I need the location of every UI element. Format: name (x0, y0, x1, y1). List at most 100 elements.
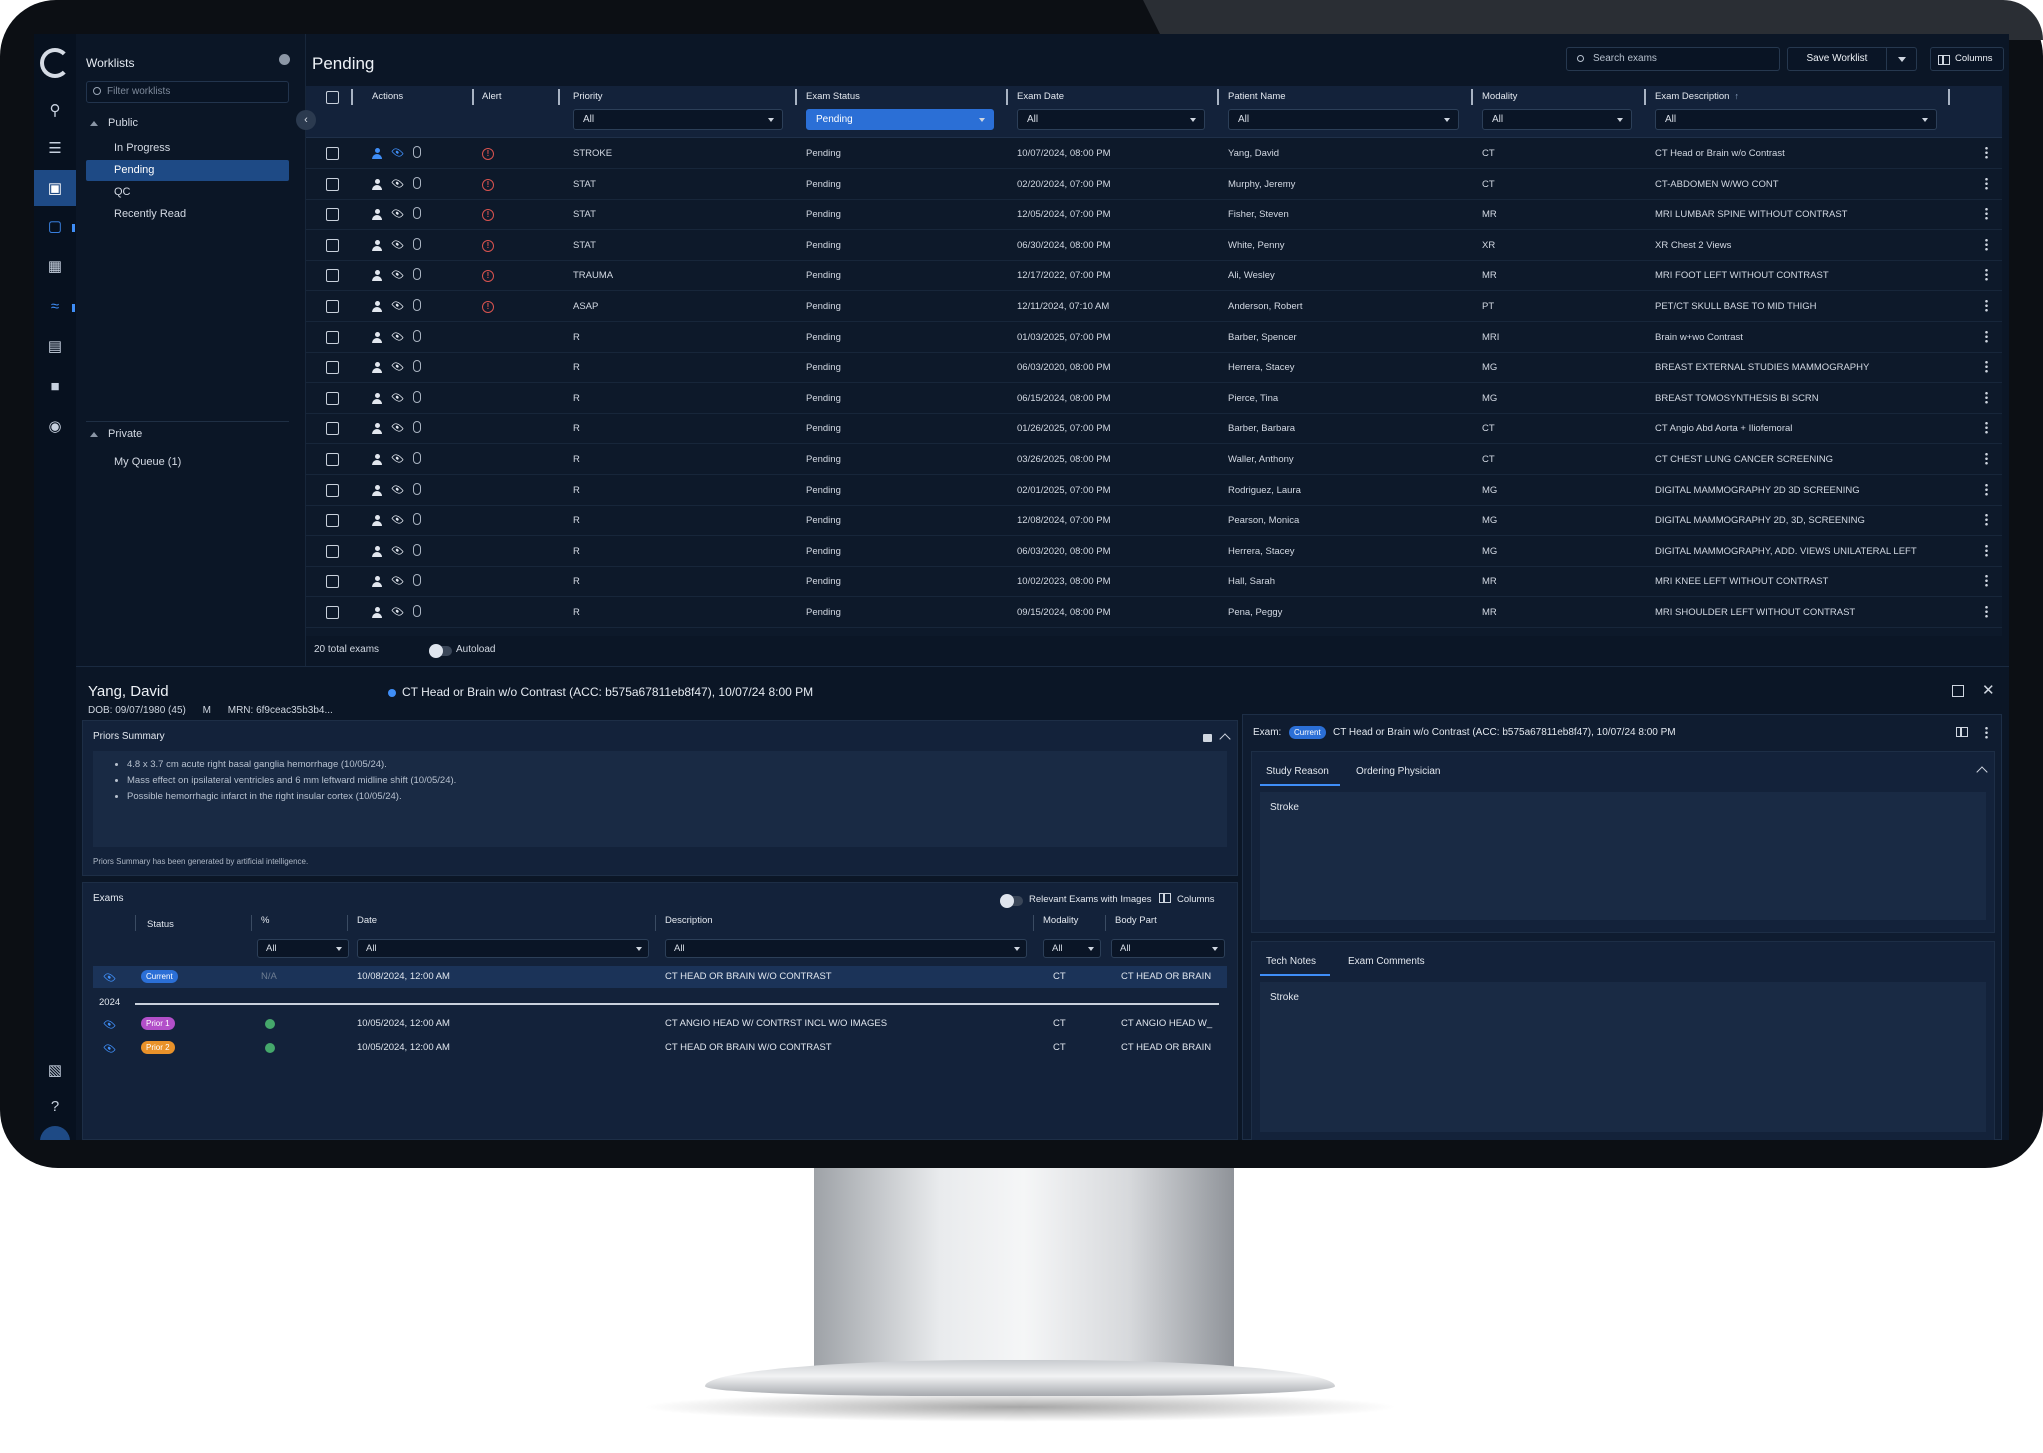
microphone-icon[interactable] (413, 390, 421, 403)
row-checkbox[interactable] (326, 514, 339, 528)
sidebar-item-pending[interactable]: Pending (86, 160, 289, 181)
body-part-filter-select[interactable]: All (1111, 939, 1225, 958)
row-checkbox[interactable] (326, 208, 339, 222)
sidebar-item-in-progress[interactable]: In Progress (86, 138, 289, 159)
row-checkbox[interactable] (326, 300, 339, 313)
patient-filter-select[interactable]: All (1228, 109, 1459, 130)
row-menu-icon[interactable] (1985, 176, 1988, 190)
eye-icon[interactable] (391, 268, 404, 282)
search-exams-input[interactable]: Search exams (1566, 47, 1780, 71)
group-public[interactable]: Public (90, 117, 138, 129)
table-row[interactable]: R Pending 03/26/2025, 08:00 PM Waller, Anth… (306, 445, 2002, 475)
row-menu-icon[interactable] (1985, 207, 1988, 221)
row-checkbox[interactable] (326, 330, 339, 344)
exams-header-date[interactable]: Date (357, 915, 377, 926)
row-menu-icon[interactable] (1985, 390, 1988, 404)
assign-user-icon[interactable] (372, 576, 382, 588)
eye-icon[interactable] (391, 605, 404, 618)
exams-header-pct[interactable]: % (261, 915, 269, 926)
book-icon[interactable]: ■ (34, 368, 76, 404)
eye-icon[interactable] (391, 360, 404, 373)
chevron-up-icon[interactable] (1976, 766, 1988, 778)
row-menu-icon[interactable] (1985, 574, 1988, 588)
popout-icon[interactable] (1952, 685, 1964, 697)
assign-user-icon[interactable] (372, 545, 382, 558)
row-checkbox[interactable] (326, 422, 339, 436)
search-icon[interactable]: ⚲ (34, 92, 76, 128)
eye-icon[interactable] (391, 544, 404, 557)
row-checkbox[interactable] (326, 606, 339, 619)
row-menu-icon[interactable] (1985, 146, 1988, 159)
eye-icon[interactable] (391, 238, 404, 251)
exams-header-body-part[interactable]: Body Part (1115, 915, 1157, 926)
worklist-icon[interactable]: ☰ (34, 130, 76, 166)
avatar[interactable] (40, 1126, 70, 1140)
table-row[interactable]: ! STAT Pending 06/30/2024, 08:00 PM White, P… (306, 231, 2002, 261)
status-filter-select[interactable]: Pending (806, 109, 994, 130)
exams-header-modality[interactable]: Modality (1043, 915, 1078, 926)
tech-notes-text[interactable]: Stroke (1260, 982, 1986, 1132)
microphone-icon[interactable] (413, 146, 421, 158)
microphone-icon[interactable] (413, 360, 421, 373)
microphone-icon[interactable] (413, 329, 421, 342)
sidebar-item-recently-read[interactable]: Recently Read (86, 204, 289, 225)
alert-icon[interactable]: ! (482, 209, 494, 222)
autoload-toggle[interactable] (429, 644, 452, 658)
microphone-icon[interactable] (413, 207, 421, 220)
pct-filter-select[interactable]: All (257, 939, 349, 958)
row-menu-icon[interactable] (1985, 452, 1988, 465)
exam-row-current[interactable]: Current N/A 10/08/2024, 12:00 AM CT HEAD… (93, 966, 1227, 988)
group-private[interactable]: Private (90, 428, 142, 440)
tab-exam-comments[interactable]: Exam Comments (1348, 956, 1425, 967)
date-filter-select[interactable]: All (357, 939, 649, 958)
date-filter-select[interactable]: All (1017, 109, 1205, 130)
assign-user-icon[interactable] (372, 270, 382, 282)
table-row[interactable]: ! STAT Pending 12/05/2024, 07:00 PM Fisher, … (306, 200, 2002, 231)
table-row[interactable]: ! TRAUMA Pending 12/17/2022, 07:00 PM Ali, W… (306, 261, 2002, 292)
row-menu-icon[interactable] (1985, 299, 1988, 312)
columns-button[interactable]: Columns (1930, 47, 2004, 71)
eye-icon[interactable] (391, 452, 404, 465)
table-row[interactable]: ! STROKE Pending 10/07/2024, 08:00 PM Yang, … (306, 139, 2002, 169)
header-patient-name[interactable]: Patient Name (1228, 91, 1286, 102)
description-filter-select[interactable]: All (665, 939, 1027, 958)
microphone-icon[interactable] (413, 237, 421, 250)
study-reason-text[interactable]: Stroke (1260, 792, 1986, 920)
app-logo-icon[interactable] (40, 48, 70, 78)
eye-icon[interactable] (391, 329, 404, 343)
collapse-sidebar-button[interactable]: ‹ (296, 110, 316, 130)
assign-user-icon[interactable] (372, 607, 382, 619)
chat-icon[interactable]: ▤ (34, 328, 76, 364)
display-add-icon[interactable]: ▦ (34, 248, 76, 284)
eye-icon[interactable] (103, 1018, 116, 1031)
microphone-icon[interactable] (413, 543, 421, 556)
modality-filter-select[interactable]: All (1482, 109, 1632, 130)
microphone-icon[interactable] (413, 482, 421, 495)
exams-header-description[interactable]: Description (665, 915, 713, 926)
row-checkbox[interactable] (326, 483, 339, 497)
assign-user-icon[interactable] (372, 209, 382, 221)
assign-user-icon[interactable] (372, 239, 382, 252)
table-row[interactable]: R Pending 01/03/2025, 07:00 PM Barber, Spen… (306, 323, 2002, 353)
table-row[interactable]: R Pending 09/15/2024, 08:00 PM Pena, Peggy M… (306, 598, 2002, 628)
microphone-icon[interactable] (413, 299, 421, 311)
more-menu-icon[interactable] (1985, 726, 1988, 739)
row-menu-icon[interactable] (1985, 268, 1988, 282)
row-menu-icon[interactable] (1985, 237, 1988, 251)
exams-columns-label[interactable]: Columns (1177, 894, 1215, 905)
table-row[interactable]: R Pending 02/01/2025, 07:00 PM Rodriguez, L… (306, 476, 2002, 506)
eye-icon[interactable] (391, 574, 404, 588)
save-worklist-button[interactable]: Save Worklist (1787, 47, 1887, 71)
description-filter-select[interactable]: All (1655, 109, 1937, 130)
row-checkbox[interactable] (326, 391, 339, 405)
eye-icon[interactable] (391, 421, 404, 435)
chevron-up-icon[interactable] (1219, 733, 1231, 745)
select-all-checkbox[interactable] (326, 91, 339, 104)
exam-row-prior-1[interactable]: Prior 1 10/05/2024, 12:00 AM CT ANGIO HE… (93, 1013, 1227, 1035)
row-menu-icon[interactable] (1985, 482, 1988, 496)
assign-user-icon[interactable] (372, 178, 382, 191)
header-exam-date[interactable]: Exam Date (1017, 91, 1064, 102)
assign-user-icon[interactable] (372, 392, 382, 405)
exam-row-prior-2[interactable]: Prior 2 10/05/2024, 12:00 AM CT HEAD OR … (93, 1037, 1227, 1059)
row-checkbox[interactable] (326, 544, 339, 558)
